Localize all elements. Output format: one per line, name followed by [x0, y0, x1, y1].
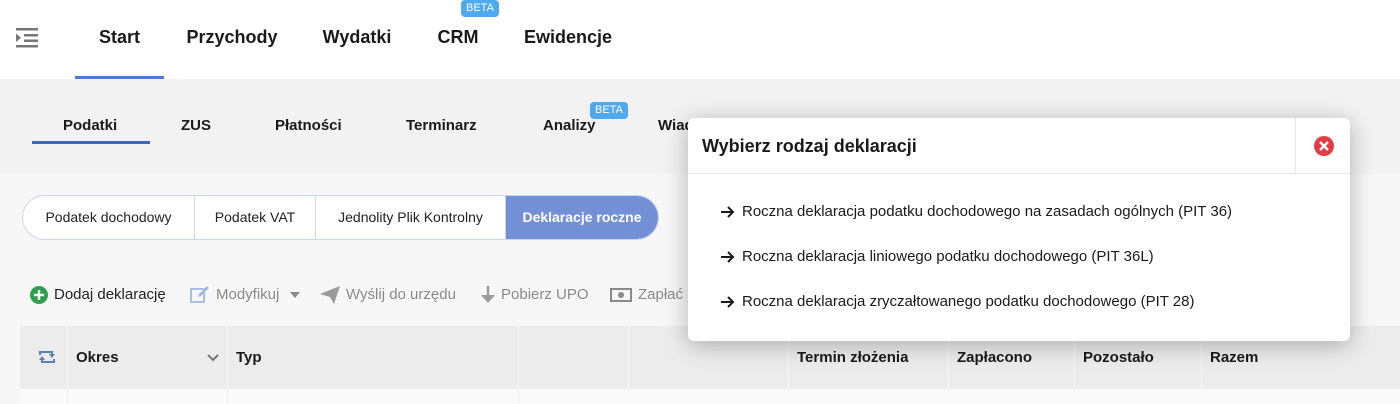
declaration-type-dialog: Wybierz rodzaj deklaracji Roczna deklara… [688, 118, 1350, 341]
column-okres[interactable]: Okres [68, 326, 228, 389]
nav-przychody[interactable]: Przychody [182, 0, 282, 79]
beta-badge: BETA [461, 0, 499, 17]
option-pit-36[interactable]: Roczna deklaracja podatku dochodowego na… [721, 202, 1232, 222]
arrow-right-icon [721, 206, 735, 218]
send-to-office-button[interactable]: Wyślij do urzędu [320, 285, 456, 305]
segment-jpk[interactable]: Jednolity Plik Kontrolny [316, 196, 506, 239]
subnav-analizy[interactable]: Analizy BETA [543, 102, 628, 134]
edit-icon [190, 286, 209, 303]
segment-podatek-dochodowy[interactable]: Podatek dochodowy [23, 196, 195, 239]
column-empty [519, 326, 629, 389]
money-icon [610, 288, 632, 303]
arrow-right-icon [721, 296, 735, 308]
pay-button[interactable]: Zapłać [610, 285, 683, 305]
table-row [20, 389, 1400, 404]
download-arrow-icon [481, 286, 495, 304]
nav-start[interactable]: Start [75, 0, 164, 79]
subnav-terminarz[interactable]: Terminarz [406, 117, 477, 134]
refresh-column[interactable] [20, 326, 68, 389]
dialog-title: Wybierz rodzaj deklaracji [702, 136, 917, 156]
refresh-icon [39, 351, 55, 363]
subnav-active-indicator [32, 141, 150, 144]
menu-toggle-icon[interactable] [16, 27, 40, 49]
column-typ[interactable]: Typ [228, 326, 519, 389]
plus-circle-icon [30, 286, 48, 305]
close-button[interactable] [1295, 118, 1350, 174]
option-pit-28[interactable]: Roczna deklaracja zryczałtowanego podatk… [721, 292, 1195, 312]
download-upo-button[interactable]: Pobierz UPO [481, 285, 589, 305]
segment-podatek-vat[interactable]: Podatek VAT [195, 196, 316, 239]
close-icon [1314, 136, 1334, 156]
beta-badge: BETA [590, 102, 628, 119]
nav-ewidencje[interactable]: Ewidencje [520, 0, 616, 79]
subnav-podatki[interactable]: Podatki [63, 117, 117, 134]
nav-crm[interactable]: CRM BETA [432, 0, 499, 79]
chevron-down-icon [289, 292, 300, 299]
modify-button[interactable]: Modyfikuj [190, 285, 300, 305]
send-icon [320, 286, 340, 305]
nav-wydatki[interactable]: Wydatki [318, 0, 396, 79]
add-declaration-button[interactable]: Dodaj deklarację [30, 285, 166, 305]
tax-type-switch: Podatek dochodowy Podatek VAT Jednolity … [22, 195, 659, 240]
option-pit-36l[interactable]: Roczna deklaracja liniowego podatku doch… [721, 247, 1154, 267]
arrow-right-icon [721, 251, 735, 263]
subnav-zus[interactable]: ZUS [181, 117, 211, 134]
top-navigation: Start Przychody Wydatki CRM BETA Ewidenc… [0, 0, 1400, 79]
segment-deklaracje-roczne[interactable]: Deklaracje roczne [506, 196, 658, 239]
subnav-platnosci[interactable]: Płatności [275, 117, 342, 134]
dialog-header: Wybierz rodzaj deklaracji [688, 118, 1350, 174]
chevron-down-icon [207, 354, 219, 362]
